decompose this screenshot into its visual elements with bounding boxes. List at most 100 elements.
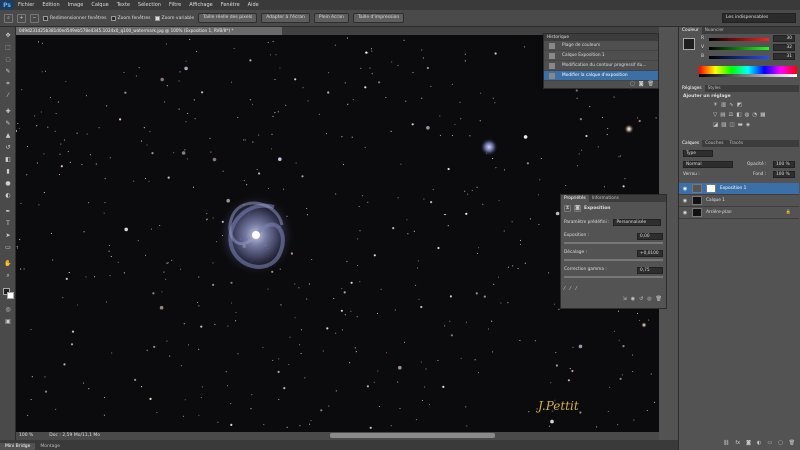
healing-tool-icon[interactable]: ✚	[3, 107, 13, 116]
channel-mixer-icon[interactable]: ◔	[752, 112, 757, 118]
color-balance-icon[interactable]: ⚖	[728, 112, 733, 118]
tab-calques[interactable]: Calques	[679, 140, 703, 147]
brush-tool-icon[interactable]: ✎	[3, 119, 13, 128]
view-previous-icon[interactable]: ◉	[631, 296, 635, 302]
layer-filter-select[interactable]: Type	[683, 150, 713, 157]
levels-icon[interactable]: ▥	[721, 102, 726, 108]
menu-affichage[interactable]: Affichage	[185, 2, 217, 8]
shape-tool-icon[interactable]: ▭	[3, 243, 13, 252]
eyedropper-tool-icon[interactable]: ⁄	[3, 91, 13, 100]
threshold-icon[interactable]: ◫	[729, 122, 734, 128]
menu-fenetre[interactable]: Fenêtre	[217, 2, 244, 8]
history-item[interactable]: Plage de couleurs	[544, 41, 658, 51]
menu-edition[interactable]: Edition	[38, 2, 63, 8]
blue-slider[interactable]	[709, 56, 769, 59]
tab-traces[interactable]: Tracés	[727, 140, 747, 147]
path-select-tool-icon[interactable]: ➤	[3, 231, 13, 240]
exposure-adj-icon[interactable]: ◩	[737, 102, 742, 108]
layer-row-exposure[interactable]: ◉ Exposition 1	[679, 183, 799, 195]
invert-icon[interactable]: ◪	[713, 122, 718, 128]
exposure-field[interactable]: 0,00	[637, 233, 663, 240]
gamma-slider[interactable]	[564, 276, 663, 278]
blue-value[interactable]: 31	[773, 53, 795, 60]
grayscale-ramp[interactable]	[699, 74, 797, 77]
quick-select-tool-icon[interactable]: ✎	[3, 67, 13, 76]
delete-icon[interactable]: 🗑	[656, 296, 662, 302]
lasso-tool-icon[interactable]: ◌	[3, 55, 13, 64]
snapshot-icon[interactable]: ◙	[639, 81, 644, 88]
clip-icon[interactable]: ⇲	[622, 296, 626, 302]
eye-icon[interactable]: ◉	[682, 210, 688, 216]
zoom-out-icon[interactable]: −	[30, 13, 39, 23]
horizontal-scrollbar[interactable]	[330, 433, 495, 438]
tab-mini-bridge[interactable]: Mini Bridge	[0, 443, 36, 450]
tab-couches[interactable]: Couches	[702, 140, 726, 147]
menu-texte[interactable]: Texte	[113, 2, 134, 8]
opacity-field[interactable]: 100 %	[773, 161, 795, 168]
menu-image[interactable]: Image	[64, 2, 88, 8]
offset-slider[interactable]	[564, 259, 663, 261]
tab-montage[interactable]: Montage	[35, 443, 65, 450]
text-tool-icon[interactable]: T	[3, 219, 13, 228]
black-white-icon[interactable]: ◧	[736, 112, 741, 118]
menu-fichier[interactable]: Fichier	[14, 2, 38, 8]
tab-styles[interactable]: Styles	[705, 85, 724, 92]
layer-row-background[interactable]: ◉ Arrière-plan 🔒	[679, 207, 799, 219]
preset-select[interactable]: Personnalisée	[613, 219, 662, 226]
blend-mode-select[interactable]: Normal	[683, 161, 733, 168]
visibility-icon[interactable]: ◎	[647, 296, 651, 302]
zoom-in-icon[interactable]: +	[17, 13, 26, 23]
blur-tool-icon[interactable]: ●	[3, 179, 13, 188]
document-tab[interactable]: 049d231d25b381d0ed549eb578e4345.1024x0_q…	[16, 27, 282, 35]
pen-tool-icon[interactable]: ✒	[3, 207, 13, 216]
zoom-tool-icon[interactable]: ⌕	[4, 13, 13, 23]
zoom-tool-side-icon[interactable]: ⌕	[3, 271, 13, 280]
quick-mask-icon[interactable]: ◎	[3, 305, 13, 314]
new-layer-icon[interactable]: ▢	[778, 440, 783, 446]
fit-screen-button[interactable]: Adapter à l'écran	[261, 13, 310, 23]
photo-filter-icon[interactable]: ◍	[745, 112, 750, 118]
reset-icon[interactable]: ↺	[639, 296, 643, 302]
stamp-tool-icon[interactable]: ▲	[3, 131, 13, 140]
fill-screen-button[interactable]: Plein écran	[313, 13, 349, 23]
posterize-icon[interactable]: ▨	[721, 122, 726, 128]
tab-couleur[interactable]: Couleur	[679, 27, 702, 34]
zoom-level[interactable]: 100 %	[19, 432, 33, 440]
red-slider[interactable]	[709, 38, 769, 41]
hand-tool-icon[interactable]: ✋	[3, 259, 13, 268]
tab-proprietes[interactable]: Propriétés	[561, 195, 589, 202]
history-brush-tool-icon[interactable]: ↺	[3, 143, 13, 152]
menu-selection[interactable]: Sélection	[134, 2, 165, 8]
vibrance-icon[interactable]: ▽	[713, 112, 717, 118]
dodge-tool-icon[interactable]: ◐	[3, 191, 13, 200]
new-document-icon[interactable]: ▢	[630, 81, 635, 88]
new-adjustment-icon[interactable]: ◐	[757, 440, 761, 446]
eye-icon[interactable]: ◉	[682, 186, 688, 192]
exposure-slider[interactable]	[564, 242, 663, 244]
eye-icon[interactable]: ◉	[682, 198, 688, 204]
marquee-tool-icon[interactable]: ⬚	[3, 43, 13, 52]
color-foreground-swatch[interactable]	[683, 38, 695, 50]
history-item[interactable]: Calque Exposition 1	[544, 51, 658, 61]
green-value[interactable]: 32	[773, 44, 795, 51]
screen-mode-icon[interactable]: ▣	[3, 317, 13, 326]
black-eyedropper-icon[interactable]: ⁄	[564, 286, 565, 292]
move-tool-icon[interactable]: ✥	[3, 31, 13, 40]
background-color-swatch[interactable]	[7, 292, 14, 299]
menu-aide[interactable]: Aide	[244, 2, 263, 8]
link-icon[interactable]: ⛓	[723, 440, 729, 446]
print-size-button[interactable]: Taille d'impression	[352, 13, 405, 23]
history-item-selected[interactable]: Modifier la calque d'exposition	[544, 71, 658, 81]
workspace-select[interactable]: Les indispensables	[722, 13, 796, 23]
trash-icon[interactable]: 🗑	[789, 440, 795, 446]
gradient-map-icon[interactable]: ▬	[738, 122, 743, 128]
curves-icon[interactable]: ∿	[729, 102, 734, 108]
gray-eyedropper-icon[interactable]: ⁄	[570, 286, 571, 292]
tab-nuancier[interactable]: Nuancier	[702, 27, 727, 34]
fill-field[interactable]: 100 %	[773, 171, 795, 178]
hue-sat-icon[interactable]: ▤	[720, 112, 725, 118]
gradient-tool-icon[interactable]: ▮	[3, 167, 13, 176]
selective-color-icon[interactable]: ◈	[746, 122, 750, 128]
color-lookup-icon[interactable]: ▦	[760, 112, 765, 118]
crop-tool-icon[interactable]: ⌗	[3, 79, 13, 88]
